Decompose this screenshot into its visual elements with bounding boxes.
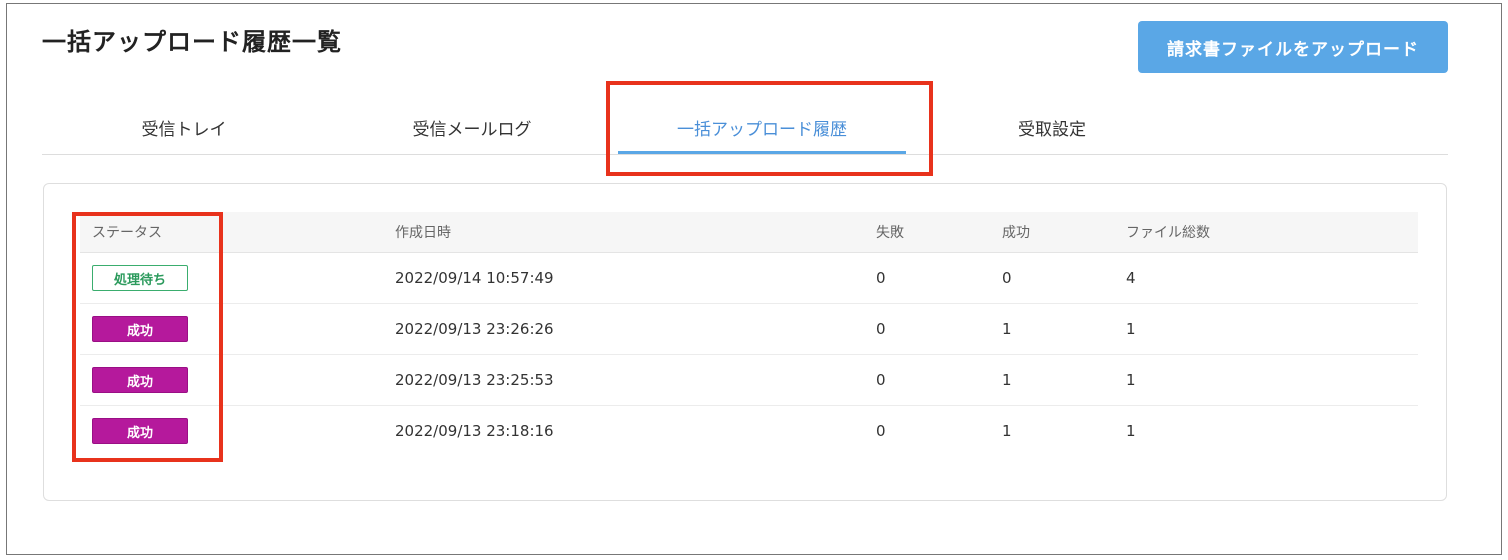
upload-history-table: ステータス 作成日時 失敗 成功 ファイル総数 処理待ち 2022/09/14 … bbox=[80, 212, 1418, 456]
failed-count: 0 bbox=[876, 422, 886, 440]
failed-count: 0 bbox=[876, 320, 886, 338]
column-header-created-at: 作成日時 bbox=[395, 225, 451, 241]
failed-count: 0 bbox=[876, 371, 886, 389]
succeeded-count: 1 bbox=[1002, 422, 1012, 440]
succeeded-count: 0 bbox=[1002, 269, 1012, 287]
table-row[interactable]: 成功 2022/09/13 23:25:53 0 1 1 bbox=[80, 355, 1418, 406]
tab-mail-log[interactable]: 受信メールログ bbox=[362, 100, 582, 154]
table-header: ステータス 作成日時 失敗 成功 ファイル総数 bbox=[80, 212, 1418, 253]
total-file-count: 1 bbox=[1126, 371, 1136, 389]
table-row[interactable]: 成功 2022/09/13 23:26:26 0 1 1 bbox=[80, 304, 1418, 355]
table-row[interactable]: 成功 2022/09/13 23:18:16 0 1 1 bbox=[80, 406, 1418, 456]
status-badge: 成功 bbox=[92, 418, 188, 444]
created-at: 2022/09/13 23:25:53 bbox=[395, 371, 554, 389]
created-at: 2022/09/13 23:18:16 bbox=[395, 422, 554, 440]
succeeded-count: 1 bbox=[1002, 371, 1012, 389]
total-file-count: 1 bbox=[1126, 320, 1136, 338]
column-header-total-files: ファイル総数 bbox=[1126, 225, 1210, 241]
table-row[interactable]: 処理待ち 2022/09/14 10:57:49 0 0 4 bbox=[80, 253, 1418, 304]
page-title: 一括アップロード履歴一覧 bbox=[42, 28, 342, 56]
tab-bulk-upload-history[interactable]: 一括アップロード履歴 bbox=[618, 100, 906, 154]
tab-receiving-settings[interactable]: 受取設定 bbox=[967, 100, 1137, 154]
upload-invoice-button[interactable]: 請求書ファイルをアップロード bbox=[1138, 21, 1448, 73]
succeeded-count: 1 bbox=[1002, 320, 1012, 338]
created-at: 2022/09/14 10:57:49 bbox=[395, 269, 554, 287]
created-at: 2022/09/13 23:26:26 bbox=[395, 320, 554, 338]
status-badge: 成功 bbox=[92, 316, 188, 342]
column-header-succeeded: 成功 bbox=[1002, 225, 1030, 241]
tab-bar: 受信トレイ 受信メールログ 一括アップロード履歴 受取設定 bbox=[42, 100, 1448, 155]
tab-inbox[interactable]: 受信トレイ bbox=[74, 100, 294, 154]
total-file-count: 4 bbox=[1126, 269, 1136, 287]
column-header-status: ステータス bbox=[92, 225, 162, 241]
status-badge: 処理待ち bbox=[92, 265, 188, 291]
status-badge: 成功 bbox=[92, 367, 188, 393]
column-header-failed: 失敗 bbox=[876, 225, 904, 241]
failed-count: 0 bbox=[876, 269, 886, 287]
total-file-count: 1 bbox=[1126, 422, 1136, 440]
